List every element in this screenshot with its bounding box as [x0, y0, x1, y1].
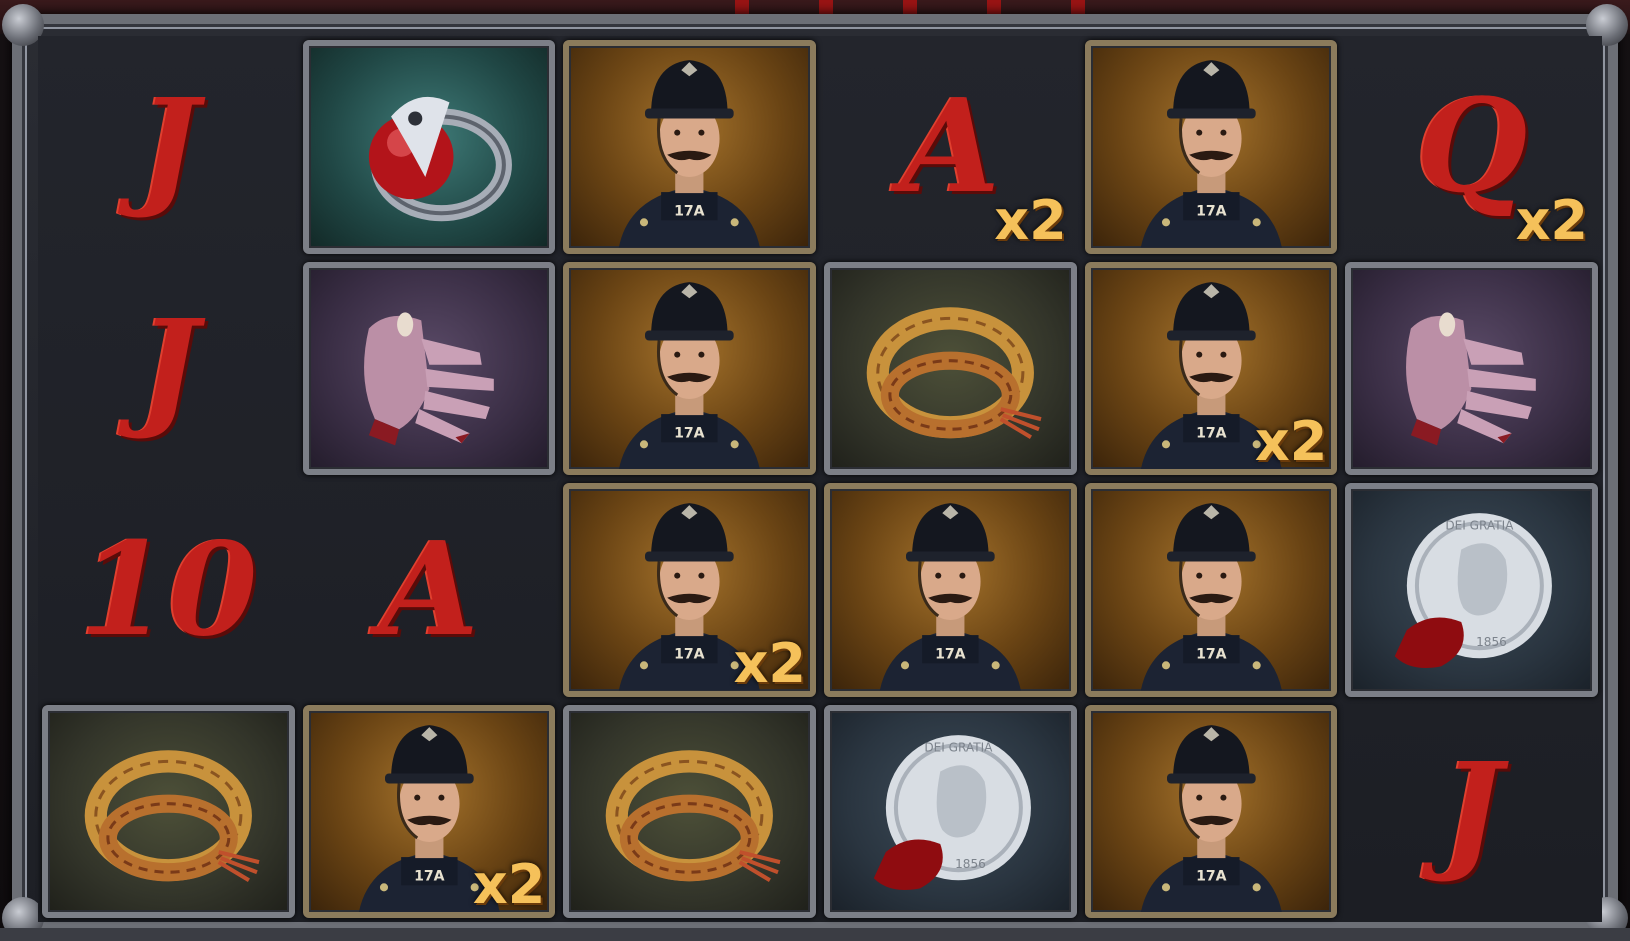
reel-cell: 17A	[1081, 701, 1342, 923]
reel-cell: A	[299, 479, 560, 701]
multiplier-badge: x2	[994, 188, 1067, 252]
rope-icon	[84, 749, 260, 882]
svg-text:1856: 1856	[1476, 635, 1507, 649]
multiplier-badge: x2	[1515, 188, 1588, 252]
reel-cell: 17A x2	[299, 701, 560, 923]
card-symbol-j: J	[138, 71, 199, 222]
police-officer-icon: 17A	[1140, 503, 1282, 691]
multiplier-badge: x2	[472, 853, 546, 916]
card-symbol-a: A	[379, 514, 479, 665]
reel-cell: 17A	[820, 479, 1081, 701]
svg-text:DEI GRATIA: DEI GRATIA	[924, 740, 993, 754]
reel-cell: Qx2	[1341, 36, 1602, 258]
reel-cell: DEI GRATIA 1856	[820, 701, 1081, 923]
svg-text:1856: 1856	[955, 857, 986, 871]
rope-symbol	[823, 261, 1077, 475]
police-officer-icon: 17A	[879, 503, 1021, 691]
officer-symbol: 17A	[1084, 483, 1338, 697]
svg-text:DEI GRATIA: DEI GRATIA	[1446, 518, 1515, 532]
victorian-coin-icon: DEI GRATIA 1856	[1395, 513, 1553, 668]
reel-cell	[299, 36, 560, 258]
svg-text:17A: 17A	[935, 646, 966, 662]
svg-text:17A: 17A	[1196, 425, 1227, 441]
reel-cell: Ax2	[820, 36, 1081, 258]
svg-text:17A: 17A	[674, 646, 705, 662]
multiplier-badge: x2	[733, 631, 806, 695]
rope-symbol	[563, 704, 816, 918]
reel-cell: J	[1341, 701, 1602, 923]
reel-cell: J	[38, 36, 299, 258]
bottom-strip	[0, 928, 1630, 941]
officer-symbol: 17A	[563, 261, 816, 475]
svg-text:17A: 17A	[1196, 868, 1227, 884]
reel-cell: 17A	[559, 36, 820, 258]
victorian-coin-icon: DEI GRATIA 1856	[873, 734, 1031, 890]
reel-cell: DEI GRATIA 1856	[1341, 479, 1602, 701]
slot-game-stage: J 17A Ax2 17A Qx2 J 17A 17A x2 10 A 17A x2 17A 17A DEI …	[0, 0, 1630, 941]
svg-text:17A: 17A	[1196, 646, 1227, 662]
coin-symbol: DEI GRATIA 1856	[1345, 483, 1598, 697]
svg-text:17A: 17A	[674, 425, 705, 441]
reel-cell	[559, 701, 820, 923]
officer-symbol: 17A	[563, 40, 816, 254]
rope-icon	[866, 306, 1042, 439]
police-officer-icon: 17A	[619, 60, 761, 248]
svg-text:17A: 17A	[1196, 203, 1227, 219]
coin-symbol: DEI GRATIA 1856	[823, 704, 1077, 918]
svg-text:17A: 17A	[414, 868, 445, 884]
reel-cell	[820, 258, 1081, 480]
police-officer-icon: 17A	[1140, 724, 1282, 912]
skull-ring-icon	[368, 96, 512, 222]
card-symbol-j: J	[1441, 736, 1502, 887]
officer-symbol: 17A	[1084, 704, 1338, 918]
rope-icon	[606, 749, 781, 882]
reel-cell: 17A	[1081, 479, 1342, 701]
police-officer-icon: 17A	[1140, 60, 1282, 248]
reel-grid: J 17A Ax2 17A Qx2 J 17A 17A x2 10 A 17A x2 17A 17A DEI …	[38, 36, 1602, 922]
reel-cell: 17A	[1081, 36, 1342, 258]
reel-cell	[38, 701, 299, 923]
ring-symbol	[302, 40, 556, 254]
officer-symbol: 17A	[1084, 40, 1338, 254]
rope-symbol	[42, 704, 295, 918]
svg-text:17A: 17A	[674, 203, 705, 219]
multiplier-badge: x2	[1254, 410, 1328, 473]
police-officer-icon: 17A	[619, 281, 761, 469]
reel-cell: J	[38, 258, 299, 480]
card-symbol-j: J	[138, 293, 199, 444]
reel-cell: 10	[38, 479, 299, 701]
bloody-gloves-icon	[1406, 311, 1537, 445]
reel-cell: 17A x2	[559, 479, 820, 701]
officer-symbol: 17A	[823, 483, 1077, 697]
reel-cell: 17A	[559, 258, 820, 480]
reel-cell: 17A x2	[1081, 258, 1342, 480]
gloves-symbol	[302, 261, 556, 475]
reel-cell	[1341, 258, 1602, 480]
gloves-symbol	[1345, 261, 1598, 475]
reel-cell	[299, 258, 560, 480]
bloody-gloves-icon	[363, 311, 494, 445]
card-symbol-10: 10	[79, 514, 258, 665]
